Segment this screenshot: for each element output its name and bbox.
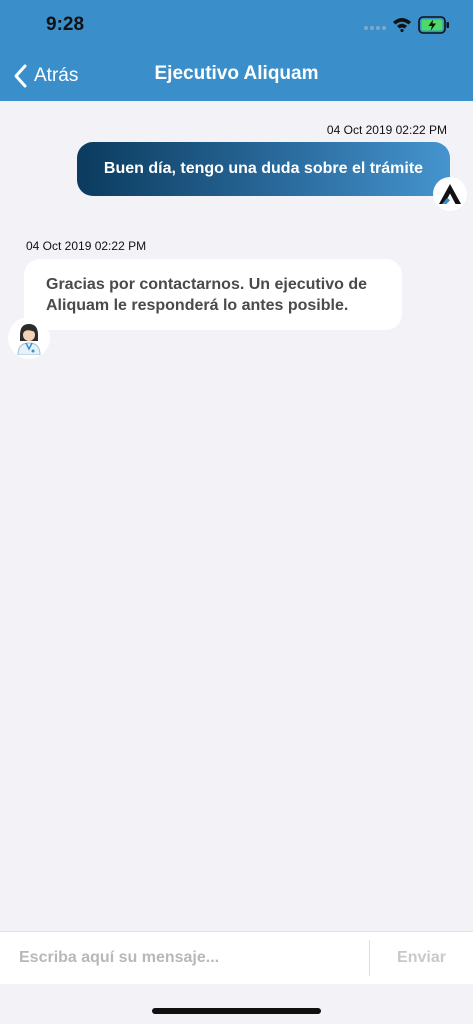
message-input[interactable] [0, 932, 368, 984]
status-time: 9:28 [46, 14, 85, 35]
message-composer: Enviar [0, 931, 473, 984]
send-button[interactable]: Enviar [370, 932, 473, 984]
outgoing-message-bubble: Buen día, tengo una duda sobre el trámit… [77, 142, 450, 196]
navigation-bar: Atrás Ejecutivo Aliquam [0, 50, 473, 101]
home-indicator[interactable] [152, 1008, 321, 1014]
status-bar: 9:28 [0, 0, 473, 50]
wifi-icon [393, 18, 411, 32]
message-timestamp: 04 Oct 2019 02:22 PM [326, 123, 447, 137]
agent-avatar-icon [8, 317, 50, 359]
message-timestamp: 04 Oct 2019 02:22 PM [26, 239, 147, 253]
incoming-message-bubble: Gracias por contactarnos. Un ejecutivo d… [24, 259, 402, 330]
message-text: Gracias por contactarnos. Un ejecutivo d… [46, 276, 367, 314]
chat-title: Ejecutivo Aliquam [154, 63, 319, 84]
app-header: 9:28 Atrás Ejecutivo Aliquam [0, 0, 473, 101]
battery-icon [418, 16, 449, 34]
company-logo-icon [433, 177, 467, 211]
message-text: Buen día, tengo una duda sobre el trámit… [103, 160, 424, 177]
cellular-signal-icon [364, 26, 386, 30]
